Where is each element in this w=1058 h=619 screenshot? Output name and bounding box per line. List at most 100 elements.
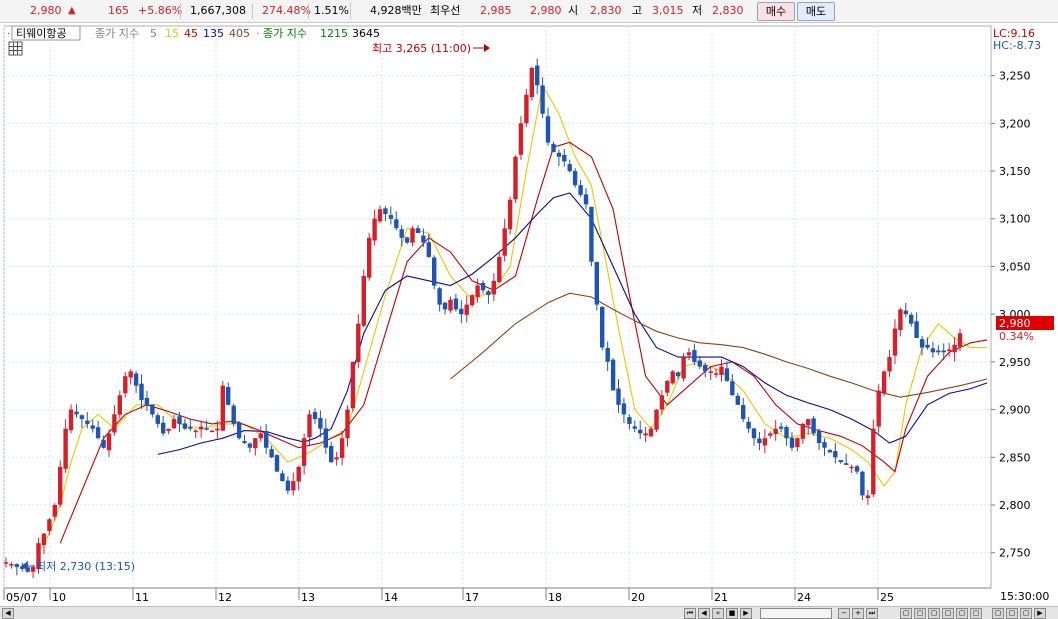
legend-bullet-2: · [256,27,260,40]
nav-end-icon[interactable]: ⏭ [866,608,878,619]
candle-body [860,471,865,496]
tool-9-icon[interactable]: ▢ [1020,608,1032,619]
ma-45-line [157,192,988,455]
scroll-right-icon[interactable]: ▶ [1034,608,1046,619]
turnover-rate: 1.51% [314,4,349,17]
candle-body [166,428,171,431]
candle-body [291,481,296,491]
tool-8-icon[interactable]: ▢ [1006,608,1018,619]
candle-body [47,519,52,531]
candle-body [85,420,90,424]
nav-stop-icon[interactable]: ■ [726,608,738,619]
candle-body [621,403,627,415]
candle-body [681,357,686,379]
candle-body [486,291,491,295]
candle-body [773,428,778,435]
candle-body [79,415,85,420]
candle-body [627,417,632,424]
x-tick-label: 25 [880,591,894,604]
buy-button[interactable]: 매수 [757,2,795,21]
tool-2-icon[interactable]: ▢ [914,608,926,619]
zoom-out-icon[interactable]: − [838,608,850,619]
candle-body [670,371,675,384]
candle-body [697,360,702,367]
candle-body [600,306,605,348]
candle-body [52,505,57,517]
tool-1-icon[interactable]: ▢ [900,608,912,619]
candle-body [876,390,881,427]
candle-body [572,171,578,186]
candle-body [941,350,946,353]
candle-body [3,562,9,564]
candle-body [806,419,811,426]
candle-body [578,185,583,195]
candle-body [296,466,301,482]
y-tick-label: 2,900 [999,404,1031,417]
time-label: 15:30:00 [1000,590,1049,603]
zoom-in-icon[interactable]: + [852,608,864,619]
low-price: 2,830 [712,4,744,17]
candle-body [778,426,784,429]
candle-body [632,426,637,429]
candle-body [849,466,854,469]
nav-rewind-icon[interactable]: « [712,608,724,619]
zoom-slider[interactable] [760,608,832,619]
nav-prev-icon[interactable]: ◀ [698,608,710,619]
candle-body [383,208,388,214]
candle-body [258,433,263,439]
volume-ratio: 274.48% [262,4,311,17]
candle-body [90,425,95,429]
legend-ma-3645: 3645 [352,27,380,40]
candle-body [605,347,610,362]
candle-body [930,348,936,353]
current-price-tag-text: 2,980 [999,317,1031,330]
candle-body [811,418,816,434]
x-tick-label: 11 [135,591,149,604]
legend-ma-prefix: 종가 지수 [95,27,139,40]
candle-body [480,282,486,291]
tool-3-icon[interactable]: ▢ [928,608,940,619]
y-tick-label: 3,100 [999,213,1031,226]
candle-body [556,152,562,157]
candle-body [432,257,437,286]
ma-5-line [38,83,988,553]
candle-body [741,405,746,420]
tool-6-icon[interactable]: ▢ [970,608,982,619]
legend-ma-15: 15 [165,27,179,40]
candle-body [204,428,209,430]
grid-toggle-icon[interactable] [8,41,23,56]
tool-4-icon[interactable]: ▢ [942,608,954,619]
candle-body [470,295,475,306]
x-tick-label: 24 [797,591,811,604]
candle-body [800,423,805,439]
candle-body [708,371,713,373]
nav-first-icon[interactable]: ⏮ [684,608,696,619]
nav-next-icon[interactable]: ▶ [740,608,752,619]
scroll-left-icon[interactable]: ◀ [2,608,14,619]
tool-5-icon[interactable]: ▢ [956,608,968,619]
candle-body [356,323,361,363]
high-price: 3,015 [652,4,684,17]
legend-ma-1215: 1215 [320,27,348,40]
price-chart[interactable]: 3,2503,2003,1503,1003,0503,0002,9502,900… [0,22,1058,606]
candle-body [854,466,860,472]
ma-15-line [59,141,988,544]
candle-body [106,433,112,451]
candle-body [730,381,735,396]
candle-body [318,418,323,429]
candle-body [361,276,366,326]
candle-body [144,398,150,405]
candle-body [453,298,459,310]
candle-body [339,438,345,458]
sell-button[interactable]: 매도 [797,2,835,21]
candle-body [274,455,280,472]
candle-body [936,350,941,353]
current-rate-label: 0.34% [999,330,1034,343]
tool-7-icon[interactable]: ▢ [992,608,1004,619]
candle-body [724,368,730,381]
candle-body [177,416,182,424]
candle-body [155,415,160,424]
candle-body [751,428,757,439]
candle-body [150,404,155,415]
candle-body [703,365,708,372]
